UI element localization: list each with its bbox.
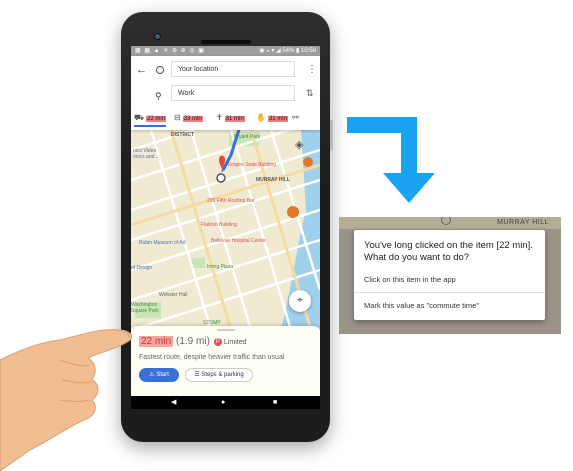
mode-tab-transit[interactable]: ⊟ 33 min [174, 111, 203, 125]
mode-tab-rideshare[interactable]: ✋ 31 min [256, 111, 288, 125]
mode-tab-bike[interactable]: ⚯ [292, 111, 301, 125]
start-button[interactable]: ⚠︎ Start [139, 368, 179, 382]
dialog-title: You've long clicked on the item [22 min]… [364, 240, 533, 263]
map-label-webster-hall: Webster Hall [159, 292, 188, 298]
status-system-icons: ◉ ◒ ▾ ◢ 54% ▮ 10:58 [259, 48, 316, 54]
transit-icon: ⊟ [174, 113, 181, 122]
nav-home-icon[interactable]: ● [221, 396, 225, 409]
dialog-divider [354, 292, 545, 293]
rideshare-icon: ✋ [256, 113, 266, 122]
car-icon: ⛟ [134, 113, 145, 122]
mode-tab-walk[interactable]: ✝ 31 min [216, 111, 245, 125]
dialog-option-mark-value[interactable]: Mark this value as "commute time" [364, 301, 479, 310]
route-summary-card: 22 min (1.9 mi) P Limited Fastest route, de… [131, 326, 320, 396]
nav-recent-icon[interactable]: ■ [273, 396, 277, 409]
mode-time: 33 min [182, 116, 203, 122]
more-menu-icon[interactable]: ⋮ [307, 64, 317, 75]
map-label-irving-plaza: Irving Plaza [207, 264, 234, 270]
map-marker-icon [441, 217, 451, 225]
mode-tab-car[interactable]: ⛟ 22 min [134, 111, 167, 127]
back-arrow-icon[interactable]: ← [136, 64, 147, 76]
my-location-button[interactable]: ⌖ [289, 290, 311, 312]
front-camera [155, 34, 160, 39]
map-strip-label: MURRAY HILL [497, 219, 549, 226]
map-label-district: DISTRICT [171, 132, 195, 138]
steps-parking-button[interactable]: ☰ Steps & parking [185, 368, 253, 382]
origin-dot-icon [156, 66, 164, 74]
map-label-flatiron: Flatiron Building [201, 222, 237, 228]
status-notification-icons: ▦ ▦ ▲ ✕ ⊕ ⊕ ◎ ▣ [135, 48, 205, 54]
power-button [330, 120, 333, 150]
map-label-bellevue: Bellevue Hospital Center [211, 238, 267, 244]
map-label-bryant-park: Bryant Park [234, 134, 261, 140]
walk-icon: ✝ [216, 113, 223, 122]
pointing-hand-illustration [0, 329, 133, 471]
map-label-rubin: Rubin Museum of Art [139, 240, 186, 246]
mode-time: 31 min [267, 116, 288, 122]
map-label-nbc: nico Video onics and... [133, 148, 159, 160]
origin-field[interactable]: Your location [171, 61, 295, 77]
swap-route-icon[interactable]: ⇅ [306, 88, 314, 99]
mode-time: 22 min [146, 116, 167, 122]
phone-screen: ▦ ▦ ▲ ✕ ⊕ ⊕ ◎ ▣ ◉ ◒ ▾ ◢ 54% ▮ 10:58 ← · ·… [131, 46, 320, 409]
route-panel: ← · · ⚲ Your location Work ⋮ ⇅ ⛟ 22 min ⊟ 3… [131, 56, 320, 130]
map-label-esb: Empire State Building [228, 162, 277, 168]
map-strip: MURRAY HILL [339, 217, 561, 229]
eta-distance: (1.9 mi) [176, 336, 210, 347]
long-click-dialog: You've long clicked on the item [22 min]… [354, 230, 545, 320]
bike-icon: ⚯ [292, 113, 299, 122]
route-connector-icon: · · [159, 75, 161, 86]
flow-arrow-icon [347, 117, 435, 203]
map-view[interactable]: DISTRICT Bryant Park nico Video onics an… [131, 130, 320, 330]
parking-status: Limited [223, 339, 247, 346]
parking-icon: P [213, 338, 222, 346]
start-label: Start [156, 372, 169, 378]
mode-time: 31 min [224, 116, 245, 122]
sheet-handle[interactable] [217, 329, 235, 331]
map-label-rooftop: 230 Fifth Rooftop Bar [207, 198, 255, 204]
eta-row: 22 min (1.9 mi) P Limited [139, 336, 247, 347]
travel-modes: ⛟ 22 min ⊟ 33 min ✝ 31 min ✋ 31 min ⚯ [134, 111, 318, 127]
eta-time[interactable]: 22 min [139, 336, 174, 347]
android-nav-bar: ◀ ● ■ [131, 396, 320, 409]
map-label-murray-hill: MURRAY HILL [256, 177, 290, 183]
crosshair-icon: ⌖ [297, 295, 303, 306]
layers-icon[interactable]: ◈ [295, 138, 303, 151]
nav-back-icon[interactable]: ◀ [171, 396, 176, 409]
destination-field[interactable]: Work [171, 85, 295, 101]
map-label-design: of Design [131, 265, 153, 271]
dialog-screenshot: MURRAY HILL You've long clicked on the i… [339, 217, 561, 334]
earpiece-speaker [201, 40, 251, 44]
status-bar: ▦ ▦ ▲ ✕ ⊕ ⊕ ◎ ▣ ◉ ◒ ▾ ◢ 54% ▮ 10:58 [131, 46, 320, 56]
dialog-option-click[interactable]: Click on this item in the app [364, 275, 456, 284]
route-description: Fastest route, despite heavier traffic t… [139, 354, 285, 361]
destination-pin-icon: ⚲ [155, 91, 162, 101]
steps-label: Steps & parking [201, 372, 244, 378]
